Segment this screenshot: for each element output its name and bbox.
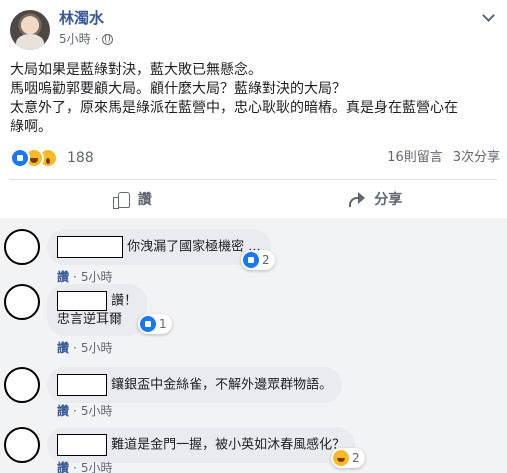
- comment-reactions[interactable]: 2: [331, 448, 365, 468]
- shares-count-link[interactable]: 3次分享: [453, 150, 500, 166]
- comment-text: 鑲銀盃中金絲雀，不解外邊眾群物語。: [111, 377, 333, 393]
- author-avatar[interactable]: [10, 10, 50, 50]
- comments-count-link[interactable]: 16則留言: [387, 150, 443, 166]
- action-bar: 讚 分享: [10, 180, 497, 218]
- comment-reactions[interactable]: 1: [138, 314, 172, 334]
- comment-time[interactable]: 5小時: [81, 270, 113, 284]
- comment-like-link[interactable]: 讚: [57, 270, 69, 284]
- comment-like-link[interactable]: 讚: [57, 341, 69, 355]
- redacted-name: [57, 374, 107, 396]
- comment-meta: 讚 · 5小時: [57, 341, 112, 355]
- like-icon: [140, 316, 156, 332]
- reaction-icons[interactable]: [10, 148, 70, 168]
- comment-time[interactable]: 5小時: [81, 404, 113, 418]
- comment-reaction-count: 2: [262, 253, 270, 267]
- comment-text: 你洩漏了國家極機密 ...: [127, 239, 261, 255]
- comment-reaction-count: 1: [159, 317, 167, 331]
- separator-dot: ·: [73, 404, 77, 418]
- comment-reactions[interactable]: 2: [241, 250, 275, 270]
- comment-like-link[interactable]: 讚: [57, 404, 69, 418]
- comment-text: 忠言逆耳爾: [57, 312, 123, 327]
- comment-text: 難道是金門一握，被小英如沐春風感化？: [111, 437, 346, 453]
- comment-time[interactable]: 5小時: [81, 461, 113, 473]
- comment-text: 讚！: [111, 293, 138, 309]
- share-arrow-icon: [348, 191, 366, 207]
- commenter-avatar[interactable]: [4, 229, 40, 265]
- commenter-avatar[interactable]: [4, 367, 40, 403]
- comment-bubble: 鑲銀盃中金絲雀，不解外邊眾群物語。: [47, 367, 343, 403]
- comment-meta: 讚 · 5小時: [57, 404, 112, 418]
- comment-meta: 讚 · 5小時: [57, 461, 112, 473]
- comment-bubble: 你洩漏了國家極機密 ...: [47, 229, 271, 265]
- separator-dot: ·: [73, 341, 77, 355]
- post-text-line: 綠啊。: [10, 119, 52, 135]
- post-time[interactable]: 5小時: [59, 31, 91, 47]
- globe-icon: [102, 33, 114, 45]
- comment-meta: 讚 · 5小時: [57, 270, 112, 284]
- share-button-label: 分享: [374, 192, 403, 208]
- thumbs-up-icon: [112, 190, 130, 209]
- comment-like-link[interactable]: 讚: [57, 461, 69, 473]
- like-button[interactable]: 讚: [10, 180, 254, 218]
- post-text: 大局如果是藍綠對決，藍大敗已無懸念。 馬咽嗚勸郭要顧大局。顧什麼大局？藍綠對決的…: [10, 61, 500, 137]
- separator-dot: ·: [73, 270, 77, 284]
- reaction-count[interactable]: 188: [67, 150, 94, 166]
- post-header: 林濁水 5小時 ·: [0, 0, 507, 54]
- comment-bubble: 讚！ 忠言逆耳爾: [47, 284, 148, 336]
- redacted-name: [57, 434, 107, 456]
- separator-dot: ·: [94, 32, 99, 46]
- engagement-counts: 16則留言 3次分享: [387, 150, 500, 166]
- like-icon: [10, 148, 30, 168]
- comment-reaction-count: 2: [352, 451, 360, 465]
- comment-bubble: 難道是金門一握，被小英如沐春風感化？: [47, 427, 356, 463]
- post-text-line: 馬咽嗚勸郭要顧大局。顧什麼大局？藍綠對決的大局？: [10, 81, 346, 97]
- post-text-line: 太意外了，原來馬是綠派在藍營中，忠心耿耿的暗樁。真是身在藍營心在: [10, 100, 458, 116]
- share-button[interactable]: 分享: [254, 180, 498, 218]
- chevron-down-icon[interactable]: [481, 10, 495, 24]
- reactions-summary: 188 16則留言 3次分享: [10, 146, 500, 170]
- separator-dot: ·: [73, 461, 77, 473]
- commenter-avatar[interactable]: [4, 284, 40, 320]
- comments-section: 你洩漏了國家極機密 ... 2 讚 · 5小時 讚！ 忠言逆耳爾 1 讚 · 5…: [0, 218, 507, 473]
- like-button-label: 讚: [137, 192, 152, 208]
- comment-time[interactable]: 5小時: [81, 341, 113, 355]
- haha-icon: [333, 450, 349, 466]
- author-name[interactable]: 林濁水: [59, 8, 104, 28]
- redacted-name: [57, 236, 123, 258]
- like-icon: [243, 252, 259, 268]
- post-text-line: 大局如果是藍綠對決，藍大敗已無懸念。: [10, 62, 262, 78]
- commenter-avatar[interactable]: [4, 427, 40, 463]
- redacted-name: [57, 291, 107, 311]
- post-meta: 5小時 ·: [59, 31, 114, 47]
